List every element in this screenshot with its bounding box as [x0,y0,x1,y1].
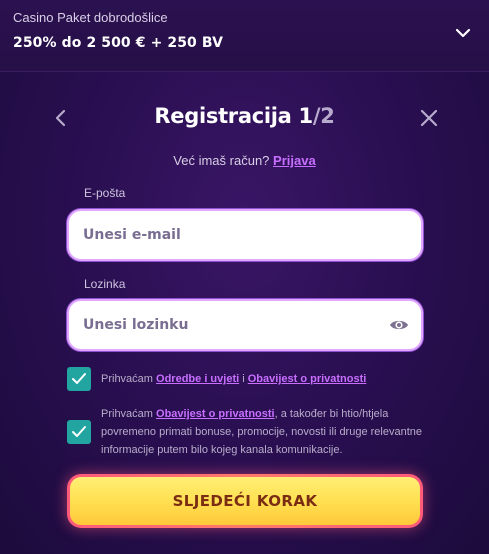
email-field-box[interactable] [67,209,423,261]
terms-consent-text: Prihvaćam Odredbe i uvjeti i Obavijest o… [101,370,421,388]
marketing-consent-text: Prihvaćam Obavijest o privatnosti, a tak… [101,405,431,459]
eye-icon[interactable] [389,316,409,334]
checkmark-icon [72,426,86,437]
privacy-notice-link-2[interactable]: Obavijest o privatnosti [156,408,275,420]
next-step-button-frame[interactable]: SLJEDEĆI KORAK [67,474,423,528]
registration-screen: Casino Paket dobrodošlice 250% do 2 500 … [0,0,489,554]
privacy-notice-link[interactable]: Obavijest o privatnosti [248,373,367,385]
close-icon[interactable] [418,107,440,129]
next-step-button[interactable]: SLJEDEĆI KORAK [70,477,420,525]
welcome-package-banner[interactable]: Casino Paket dobrodošlice 250% do 2 500 … [0,0,489,72]
login-prompt-row: Već imaš račun? Prijava [0,153,489,168]
password-label: Lozinka [84,277,126,291]
page-title: Registracija 1/2 [0,104,489,128]
title-step: Registracija 1 [154,104,313,128]
promo-offer: 250% do 2 500 € + 250 BV [13,35,224,51]
checkmark-icon [72,373,86,384]
chevron-down-icon[interactable] [454,26,472,40]
consent-text-join: i [242,373,245,385]
login-link[interactable]: Prijava [273,153,316,168]
promo-title: Casino Paket dobrodošlice [13,10,168,25]
password-field[interactable] [83,301,383,349]
terms-checkbox[interactable] [67,367,91,391]
marketing-checkbox[interactable] [67,420,91,444]
email-label: E-pošta [84,186,126,200]
terms-link[interactable]: Odredbe i uvjeti [156,373,239,385]
consent-text-prefix: Prihvaćam [101,373,153,385]
title-step-total: /2 [312,104,335,128]
login-prompt-text: Već imaš račun? [173,153,270,168]
password-field-box[interactable] [67,299,423,351]
consent-text-prefix: Prihvaćam [101,408,153,420]
email-field[interactable] [83,211,383,259]
